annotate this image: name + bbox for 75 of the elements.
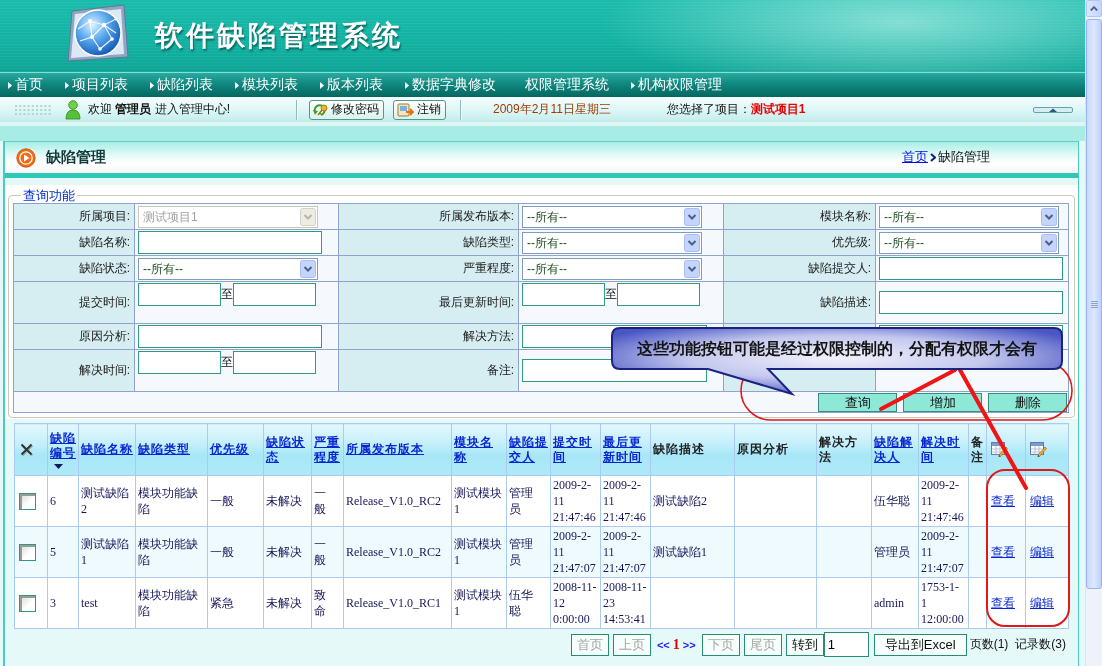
table-cell: 2009-2-11 21:47:46	[918, 475, 969, 527]
table-cell: 一般	[207, 475, 264, 527]
field-label: 提交时间:	[13, 281, 135, 324]
range-separator: 至	[221, 286, 233, 303]
table-cell: Release_V1.0_RC2	[343, 526, 452, 578]
field-label: 严重程度:	[338, 255, 519, 282]
page-count: 页数(1)	[969, 636, 1009, 653]
table-cell: Release_V1.0_RC2	[343, 475, 452, 527]
table-cell: 管理员	[506, 526, 551, 578]
table-cell: 6	[47, 475, 79, 527]
field-label: 模块名称:	[723, 203, 876, 230]
table-cell: 2008-11-12 0:00:00	[550, 577, 601, 629]
field-label: 缺陷状态:	[13, 255, 135, 282]
project-name: 测试项目1	[750, 101, 806, 118]
table-cell: Release_V1.0_RC1	[343, 577, 452, 629]
record-count: 记录数(3)	[1015, 636, 1066, 653]
range-separator: 至	[605, 286, 617, 303]
table-cell: 5	[47, 526, 79, 578]
field-label: 优先级:	[723, 229, 876, 256]
table-cell: 一般	[311, 526, 344, 578]
table-cell: 紧急	[207, 577, 264, 629]
table-cell: 模块功能缺陷	[135, 577, 208, 629]
table-cell: 测试模块1	[451, 577, 507, 629]
table-cell: 一般	[311, 475, 344, 527]
project-label: 您选择了项目：	[666, 101, 751, 118]
field-label: 所属项目:	[13, 203, 135, 230]
table-cell: 伍华聪	[871, 475, 919, 527]
table-cell: 测试模块1	[451, 526, 507, 578]
table-cell: 3	[47, 577, 79, 629]
field-label: 解决方法:	[338, 323, 519, 350]
table-cell: 测试缺陷1	[650, 526, 735, 578]
table-cell: 测试缺陷2	[78, 475, 136, 527]
table-cell: 测试缺陷1	[78, 526, 136, 578]
table-cell: 未解决	[263, 577, 312, 629]
table-cell: 2009-2-11 21:47:07	[600, 526, 651, 578]
field-label: 备注:	[338, 349, 519, 392]
table-cell: 模块功能缺陷	[135, 475, 208, 527]
date-text: 2009年2月11日星期三	[493, 101, 611, 118]
field-label: 缺陷类型:	[338, 229, 519, 256]
table-cell: 伍华聪	[506, 577, 551, 629]
field-label: 最后更新时间:	[338, 281, 519, 324]
field-label: 缺陷描述:	[723, 281, 876, 324]
table-cell: 测试模块1	[451, 475, 507, 527]
field-label: 缺陷名称:	[13, 229, 135, 256]
fieldset-legend: 查询功能	[21, 188, 77, 203]
table-cell: 未解决	[263, 526, 312, 578]
current-page: 1	[672, 636, 680, 653]
table-cell: 未解决	[263, 475, 312, 527]
table-cell: 2009-2-11 21:47:46	[600, 475, 651, 527]
table-cell: 2009-2-11 21:47:46	[550, 475, 601, 527]
table-cell: test	[78, 577, 136, 629]
table-cell: 测试缺陷2	[650, 475, 735, 527]
tooltip-text: 这些功能按钮可能是经过权限控制的，分配有权限才会有	[637, 338, 1037, 359]
table-cell: admin	[871, 577, 919, 629]
field-label: 缺陷提交人:	[723, 255, 876, 282]
table-cell: 1753-1-1 12:00:00	[918, 577, 969, 629]
field-label: 原因分析:	[13, 323, 135, 350]
field-label: 所属发布版本:	[338, 203, 519, 230]
column-header: 解决方法	[816, 423, 872, 476]
table-cell: 一般	[207, 526, 264, 578]
app-title: 软件缺陷管理系统	[155, 19, 403, 53]
table-cell: 模块功能缺陷	[135, 526, 208, 578]
table-cell: 致命	[311, 577, 344, 629]
column-header: 原因分析	[734, 423, 817, 476]
range-separator: 至	[221, 354, 233, 371]
breadcrumb-current: 缺陷管理	[938, 149, 990, 166]
welcome-text: 欢迎 管理员 进入管理中心!	[88, 101, 230, 118]
table-cell: 管理员	[871, 526, 919, 578]
panel-title: 缺陷管理	[46, 148, 106, 167]
table-cell: 2009-2-11 21:47:07	[550, 526, 601, 578]
table-cell: 2008-11-23 14:53:41	[600, 577, 651, 629]
table-cell: 2009-2-11 21:47:07	[918, 526, 969, 578]
field-label: 解决时间:	[13, 349, 135, 392]
column-header: 缺陷描述	[650, 423, 735, 476]
table-cell: 管理员	[506, 475, 551, 527]
